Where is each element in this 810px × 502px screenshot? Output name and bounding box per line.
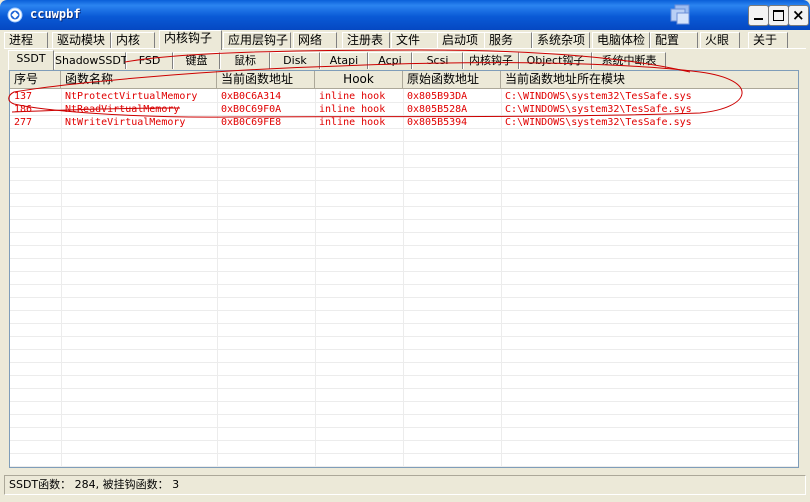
hook-cell: inline hook (319, 91, 386, 102)
main-tab-13[interactable]: 配置 (650, 32, 698, 49)
main-tab-14[interactable]: 火眼 (700, 32, 740, 49)
current-address-cell: 0xB0C69FE8 (221, 117, 282, 128)
original-address-cell: 0x805B93DA (407, 91, 468, 102)
sub-tab-11[interactable]: Object钩子 (519, 52, 592, 69)
sub-tab-6[interactable]: Disk (270, 52, 320, 69)
function-name-cell: NtWriteVirtualMemory (65, 117, 186, 128)
col-current-address-header[interactable]: 当前函数地址 (217, 71, 315, 89)
main-tab-5[interactable]: 应用层钩子 (223, 32, 291, 49)
original-address-cell: 0x805B5394 (407, 117, 468, 128)
window-stack-icon (670, 4, 690, 25)
hook-cell: inline hook (319, 104, 386, 115)
sub-tab-4[interactable]: 键盘 (173, 52, 220, 69)
index-cell: 277 (14, 117, 33, 128)
main-tab-11[interactable]: 系统杂项 (532, 32, 590, 49)
col-module-header[interactable]: 当前函数地址所在模块 (501, 71, 798, 89)
minimize-icon (754, 18, 763, 20)
col-index-header[interactable]: 序号 (10, 71, 61, 89)
module-cell: C:\WINDOWS\system32\TesSafe.sys (505, 91, 692, 102)
table-row[interactable]: 137 NtProtectVirtualMemory 0xB0C6A314 inlin… (10, 90, 798, 103)
app-logo-icon (7, 7, 23, 23)
status-bar: SSDT函数： 284, 被挂钩函数： 3 (4, 475, 806, 495)
minimize-button[interactable] (748, 5, 769, 26)
sub-tab-3[interactable]: FSD (126, 52, 173, 69)
title-bar[interactable]: ccuwpbf × (0, 0, 810, 30)
sub-tab-9[interactable]: Scsi (412, 52, 463, 69)
col-function-name-header[interactable]: 函数名称 (61, 71, 217, 89)
sub-tab-7[interactable]: Atapi (320, 52, 368, 69)
col-original-address-header[interactable]: 原始函数地址 (403, 71, 501, 89)
hook-cell: inline hook (319, 117, 386, 128)
sub-tab-1[interactable]: SSDT (8, 50, 54, 70)
maximize-icon (773, 10, 784, 21)
main-tab-3[interactable]: 内核 (111, 32, 155, 49)
main-tab-6[interactable]: 网络 (293, 32, 337, 49)
main-tab-15[interactable]: 关于 (748, 32, 788, 49)
sub-tab-strip: SSDT ShadowSSDT FSD 键盘 鼠标 Disk Atapi Acpi Scsi 内核… (8, 50, 808, 70)
function-name-cell: NtProtectVirtualMemory (65, 91, 198, 102)
main-tab-7[interactable]: 注册表 (342, 32, 390, 49)
sub-tab-5[interactable]: 鼠标 (220, 52, 270, 69)
close-button[interactable]: × (788, 5, 809, 26)
main-tab-10[interactable]: 服务 (484, 32, 532, 49)
main-tab-strip: 进程 驱动模块 内核 内核钩子 应用层钩子 网络 注册表 文件 启动项 服务 系统杂项 电脑体检 配置火… (4, 30, 806, 50)
original-address-cell: 0x805B528A (407, 104, 468, 115)
grid-lines (10, 89, 798, 467)
main-tab-2[interactable]: 驱动模块 (52, 32, 111, 49)
index-cell: 137 (14, 91, 33, 102)
sub-tab-8[interactable]: Acpi (368, 52, 412, 69)
main-tab-4[interactable]: 内核钩子 (159, 30, 222, 50)
current-address-cell: 0xB0C6A314 (221, 91, 282, 102)
col-hook-header[interactable]: Hook (315, 71, 403, 89)
current-address-cell: 0xB0C69F0A (221, 104, 282, 115)
main-tab-9[interactable]: 启动项 (437, 32, 485, 49)
main-tab-8[interactable]: 文件 (391, 32, 439, 49)
ssdt-table[interactable]: 序号 函数名称 当前函数地址 Hook 原始函数地址 当前函数地址所在模块 137 NtPr… (9, 70, 799, 468)
module-cell: C:\WINDOWS\system32\TesSafe.sys (505, 104, 692, 115)
table-row[interactable]: 186 NtReadVirtualMemory 0xB0C69F0A inline h… (10, 103, 798, 116)
close-icon: × (792, 6, 805, 24)
main-tab-1[interactable]: 进程 (4, 32, 48, 49)
maximize-button[interactable] (768, 5, 789, 26)
status-text: SSDT函数： 284, 被挂钩函数： 3 (9, 478, 180, 491)
sub-tab-12[interactable]: 系统中断表 (592, 52, 666, 69)
main-tab-12[interactable]: 电脑体检 (592, 32, 650, 49)
sub-tab-2[interactable]: ShadowSSDT (54, 52, 128, 69)
table-header: 序号 函数名称 当前函数地址 Hook 原始函数地址 当前函数地址所在模块 (10, 71, 798, 89)
table-row[interactable]: 277 NtWriteVirtualMemory 0xB0C69FE8 inline … (10, 116, 798, 129)
index-cell: 186 (14, 104, 33, 115)
sub-tab-10[interactable]: 内核钩子 (463, 52, 519, 69)
window-title: ccuwpbf (30, 7, 81, 21)
module-cell: C:\WINDOWS\system32\TesSafe.sys (505, 117, 692, 128)
function-name-cell: NtReadVirtualMemory (65, 104, 180, 115)
